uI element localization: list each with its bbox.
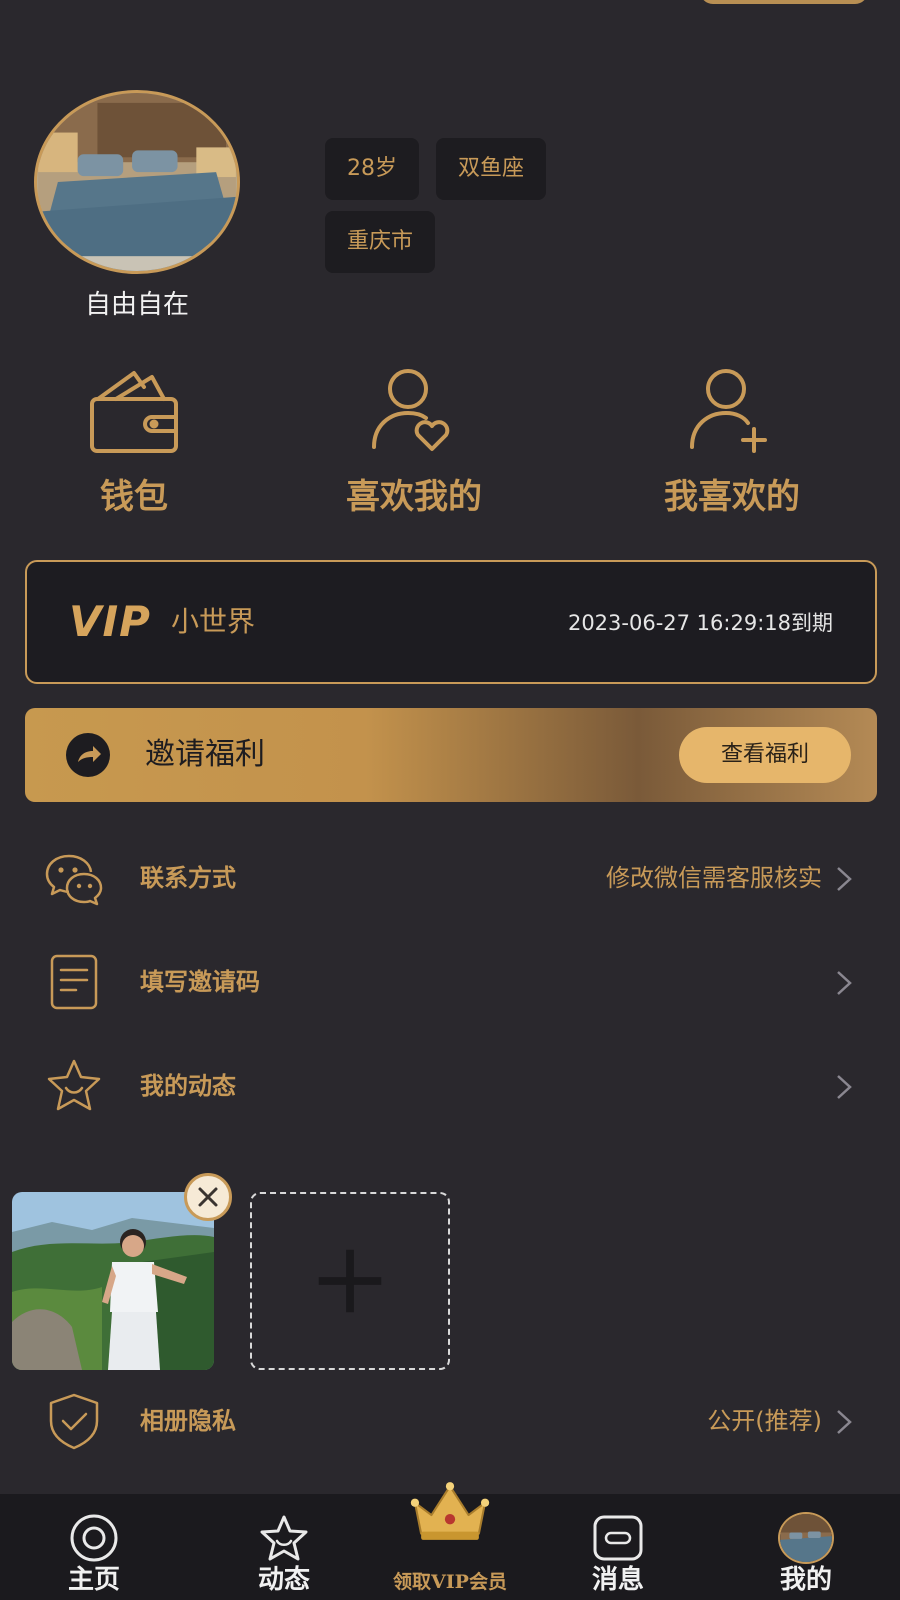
menu-label-my-moments: 我的动态 [140, 1072, 236, 1100]
album-photo-image [12, 1192, 214, 1370]
wallet-icon [90, 371, 178, 453]
menu-value-contact: 修改微信需客服核实 [606, 864, 822, 892]
message-icon [593, 1515, 643, 1561]
chevron-right-icon [837, 1410, 852, 1434]
close-icon [198, 1187, 218, 1207]
tag-age: 28岁 [325, 138, 419, 200]
vip-logo: VIP [69, 597, 151, 646]
vip-level-name: 小世界 [171, 605, 256, 638]
tab-label-mine: 我的 [779, 1565, 832, 1595]
top-action-button[interactable] [700, 0, 868, 4]
user-plus-icon [690, 369, 767, 453]
menu-label-invite-code: 填写邀请码 [140, 968, 260, 996]
profile-page: 自由自在 28岁 双鱼座 重庆市 钱包 喜欢我的 我喜欢的 VIP 小世界 20… [0, 0, 900, 1600]
tab-get-vip[interactable]: 领取VIP会员 [360, 1482, 540, 1600]
i-like-label: 我喜欢的 [664, 477, 800, 517]
vip-expire-text: 2023-06-27 16:29:18到期 [567, 611, 833, 635]
tag-city: 重庆市 [325, 211, 436, 273]
chevron-right-icon [837, 1075, 852, 1099]
delete-photo-button[interactable] [184, 1173, 232, 1221]
home-circle-icon [70, 1514, 118, 1562]
tab-home[interactable]: 主页 [4, 1494, 184, 1600]
avatar[interactable] [34, 90, 240, 274]
nickname: 自由自在 [84, 290, 189, 320]
vip-card[interactable]: VIP 小世界 2023-06-27 16:29:18到期 [25, 560, 877, 684]
menu-row-album-privacy[interactable]: 相册隐私 公开(推荐) [0, 1381, 900, 1461]
wechat-icon [45, 854, 103, 906]
star-icon [260, 1515, 308, 1561]
crown-icon [410, 1482, 490, 1540]
tab-moments[interactable]: 动态 [194, 1494, 374, 1600]
tab-label-moments: 动态 [257, 1565, 310, 1595]
tab-messages[interactable]: 消息 [528, 1494, 708, 1600]
document-icon [50, 954, 98, 1010]
share-arrow-icon [66, 733, 110, 777]
tab-mine[interactable]: 我的 [716, 1494, 896, 1600]
menu-label-contact: 联系方式 [140, 864, 236, 892]
menu-label-album-privacy: 相册隐私 [140, 1407, 236, 1435]
invite-banner[interactable]: 邀请福利 查看福利 [25, 708, 877, 802]
plus-icon [318, 1249, 382, 1313]
tab-label-messages: 消息 [591, 1565, 644, 1595]
user-heart-icon [372, 369, 450, 451]
likes-me-label: 喜欢我的 [346, 477, 482, 517]
view-benefits-button[interactable]: 查看福利 [679, 727, 851, 783]
add-photo-button[interactable] [250, 1192, 450, 1370]
tab-label-home: 主页 [67, 1565, 120, 1595]
avatar-image [38, 93, 236, 271]
menu-row-contact[interactable]: 联系方式 修改微信需客服核实 [0, 838, 900, 918]
avatar-icon [778, 1512, 834, 1564]
album-photo[interactable] [12, 1192, 214, 1370]
invite-title: 邀请福利 [145, 737, 265, 772]
menu-value-album-privacy: 公开(推荐) [707, 1407, 822, 1435]
tag-zodiac: 双鱼座 [436, 138, 547, 200]
chevron-right-icon [837, 867, 852, 891]
i-like-button[interactable]: 我喜欢的 [622, 365, 842, 517]
star-smile-icon [47, 1059, 101, 1111]
wallet-button[interactable]: 钱包 [24, 365, 244, 517]
menu-row-invite-code[interactable]: 填写邀请码 [0, 942, 900, 1022]
chevron-right-icon [837, 971, 852, 995]
tab-avatar-image [780, 1514, 832, 1562]
wallet-label: 钱包 [100, 477, 168, 517]
likes-me-button[interactable]: 喜欢我的 [304, 365, 524, 517]
menu-row-my-moments[interactable]: 我的动态 [0, 1046, 900, 1126]
shield-check-icon [49, 1393, 99, 1450]
bottom-tab-bar: 主页 动态 领取VIP会员 消息 我的 [0, 1482, 900, 1600]
tab-label-get-vip: 领取VIP会员 [393, 1571, 507, 1593]
